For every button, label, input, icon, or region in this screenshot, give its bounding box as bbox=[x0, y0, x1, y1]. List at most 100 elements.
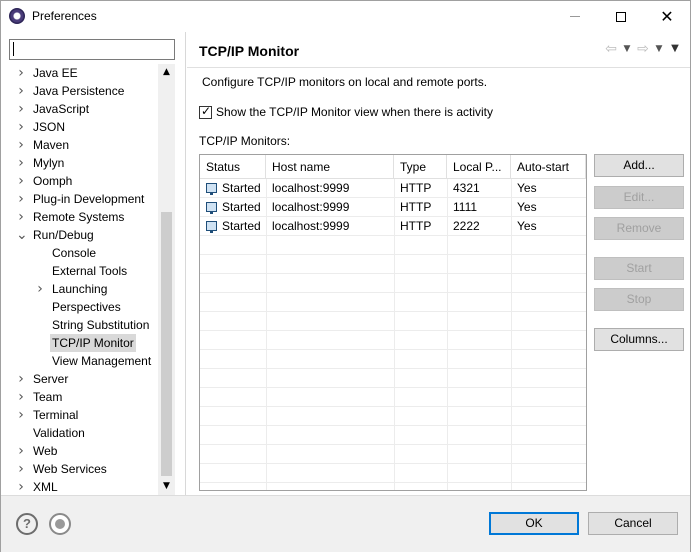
chevron-right-icon[interactable]: › bbox=[16, 118, 26, 136]
filter-input[interactable] bbox=[9, 39, 175, 60]
table-row[interactable]: Started localhost:9999 HTTP 4321 Yes bbox=[200, 179, 586, 198]
cell-auto-start: Yes bbox=[517, 181, 537, 195]
chevron-right-icon[interactable]: › bbox=[16, 172, 26, 190]
tree-item[interactable]: › JSON bbox=[1, 118, 158, 136]
tree-item[interactable]: › Java Persistence bbox=[1, 82, 158, 100]
cancel-button[interactable]: Cancel bbox=[588, 512, 678, 535]
forward-dropdown-icon[interactable]: ▼ bbox=[654, 41, 664, 57]
table-row[interactable] bbox=[200, 274, 586, 293]
remove-button[interactable]: Remove bbox=[594, 217, 684, 240]
tree-item[interactable]: › XML bbox=[1, 478, 158, 494]
minimize-icon bbox=[570, 16, 580, 17]
tree-item[interactable]: String Substitution bbox=[1, 316, 158, 334]
tree-item[interactable]: › JavaScript bbox=[1, 100, 158, 118]
chevron-right-icon[interactable]: › bbox=[16, 100, 26, 118]
chevron-right-icon[interactable]: › bbox=[16, 442, 26, 460]
tree-item-label: View Management bbox=[52, 354, 152, 368]
add-button[interactable]: Add... bbox=[594, 154, 684, 177]
tree-item[interactable]: › Maven bbox=[1, 136, 158, 154]
table-row[interactable] bbox=[200, 236, 586, 255]
forward-arrow-icon[interactable]: ⇨ bbox=[636, 41, 650, 57]
scrollbar-thumb[interactable] bbox=[161, 212, 172, 476]
page-header: TCP/IP Monitor ⇦ ▼ ⇨ ▼ ▼ bbox=[187, 32, 690, 68]
stop-button[interactable]: Stop bbox=[594, 288, 684, 311]
chevron-right-icon[interactable]: › bbox=[16, 208, 26, 226]
tree-scrollbar[interactable]: ▲ ▼ bbox=[158, 64, 175, 495]
cell-type: HTTP bbox=[400, 181, 432, 195]
chevron-right-icon[interactable]: › bbox=[16, 460, 26, 478]
tree-item[interactable]: View Management bbox=[1, 352, 158, 370]
table-row[interactable] bbox=[200, 464, 586, 483]
table-row[interactable] bbox=[200, 331, 586, 350]
columns-button[interactable]: Columns... bbox=[594, 328, 684, 351]
column-header-type[interactable]: Type bbox=[394, 155, 447, 179]
table-row[interactable] bbox=[200, 369, 586, 388]
tree-item[interactable]: External Tools bbox=[1, 262, 158, 280]
chevron-right-icon[interactable]: › bbox=[16, 64, 26, 82]
cell-status: Started bbox=[200, 179, 266, 198]
back-dropdown-icon[interactable]: ▼ bbox=[622, 41, 632, 57]
chevron-right-icon[interactable]: › bbox=[16, 406, 26, 424]
table-row[interactable] bbox=[200, 293, 586, 312]
column-header-host-name[interactable]: Host name bbox=[266, 155, 394, 179]
monitor-icon bbox=[206, 202, 217, 214]
monitor-icon bbox=[206, 183, 217, 195]
chevron-right-icon[interactable]: › bbox=[16, 370, 26, 388]
back-arrow-icon[interactable]: ⇦ bbox=[604, 41, 618, 57]
tree-item[interactable]: › Launching bbox=[1, 280, 158, 298]
start-button[interactable]: Start bbox=[594, 257, 684, 280]
show-view-option[interactable]: ✓ Show the TCP/IP Monitor view when ther… bbox=[199, 104, 493, 120]
tree-item[interactable]: › Java EE bbox=[1, 64, 158, 82]
table-row[interactable] bbox=[200, 445, 586, 464]
scroll-up-icon[interactable]: ▲ bbox=[158, 64, 175, 81]
tree-item[interactable]: › Terminal bbox=[1, 406, 158, 424]
show-view-checkbox[interactable]: ✓ bbox=[199, 104, 212, 119]
minimize-button[interactable] bbox=[552, 1, 598, 32]
tree-item[interactable]: › Remote Systems bbox=[1, 208, 158, 226]
tree-item[interactable]: Perspectives bbox=[1, 298, 158, 316]
tree-item[interactable]: › Oomph bbox=[1, 172, 158, 190]
preference-tree: › Java EE › Java Persistence › JavaScript › JSO… bbox=[1, 64, 158, 494]
tree-item[interactable]: › Mylyn bbox=[1, 154, 158, 172]
tree-item[interactable]: › Web bbox=[1, 442, 158, 460]
view-menu-icon[interactable]: ▼ bbox=[668, 41, 682, 57]
chevron-right-icon[interactable]: › bbox=[16, 136, 26, 154]
chevron-right-icon[interactable]: › bbox=[16, 82, 26, 100]
tree-item[interactable]: TCP/IP Monitor bbox=[1, 334, 158, 352]
tree-item[interactable]: › Web Services bbox=[1, 460, 158, 478]
chevron-right-icon[interactable]: › bbox=[16, 154, 26, 172]
record-macro-icon[interactable] bbox=[49, 513, 71, 535]
table-row[interactable]: Started localhost:9999 HTTP 1111 Yes bbox=[200, 198, 586, 217]
help-icon[interactable]: ? bbox=[16, 513, 38, 535]
table-row[interactable] bbox=[200, 255, 586, 274]
tree-item[interactable]: Validation bbox=[1, 424, 158, 442]
column-header-status[interactable]: Status bbox=[200, 155, 266, 179]
table-row[interactable] bbox=[200, 407, 586, 426]
tree-item-label: Web Services bbox=[33, 462, 107, 476]
chevron-right-icon[interactable]: › bbox=[16, 190, 26, 208]
tree-item[interactable]: ⌄ Run/Debug bbox=[1, 226, 158, 244]
table-row[interactable] bbox=[200, 426, 586, 445]
tree-item[interactable]: › Server bbox=[1, 370, 158, 388]
chevron-right-icon[interactable]: › bbox=[16, 388, 26, 406]
maximize-button[interactable] bbox=[598, 1, 644, 32]
edit-button[interactable]: Edit... bbox=[594, 186, 684, 209]
tree-item-label: Console bbox=[52, 246, 97, 260]
chevron-right-icon[interactable]: › bbox=[16, 478, 26, 494]
column-header-local-port[interactable]: Local P... bbox=[447, 155, 511, 179]
column-header-auto-start[interactable]: Auto-start bbox=[511, 155, 586, 179]
tree-item[interactable]: Console bbox=[1, 244, 158, 262]
table-row[interactable] bbox=[200, 388, 586, 407]
ok-button[interactable]: OK bbox=[489, 512, 579, 535]
table-row[interactable] bbox=[200, 312, 586, 331]
table-row[interactable] bbox=[200, 350, 586, 369]
table-row[interactable]: Started localhost:9999 HTTP 2222 Yes bbox=[200, 217, 586, 236]
chevron-down-icon[interactable]: ⌄ bbox=[16, 226, 28, 244]
tree-item-label: String Substitution bbox=[52, 318, 150, 332]
scroll-down-icon[interactable]: ▼ bbox=[158, 478, 175, 495]
chevron-right-icon[interactable]: › bbox=[35, 280, 45, 298]
close-button[interactable]: ✕ bbox=[644, 1, 690, 32]
tree-item[interactable]: › Plug-in Development bbox=[1, 190, 158, 208]
tree-item[interactable]: › Team bbox=[1, 388, 158, 406]
tree-item-label: XML bbox=[33, 480, 58, 494]
